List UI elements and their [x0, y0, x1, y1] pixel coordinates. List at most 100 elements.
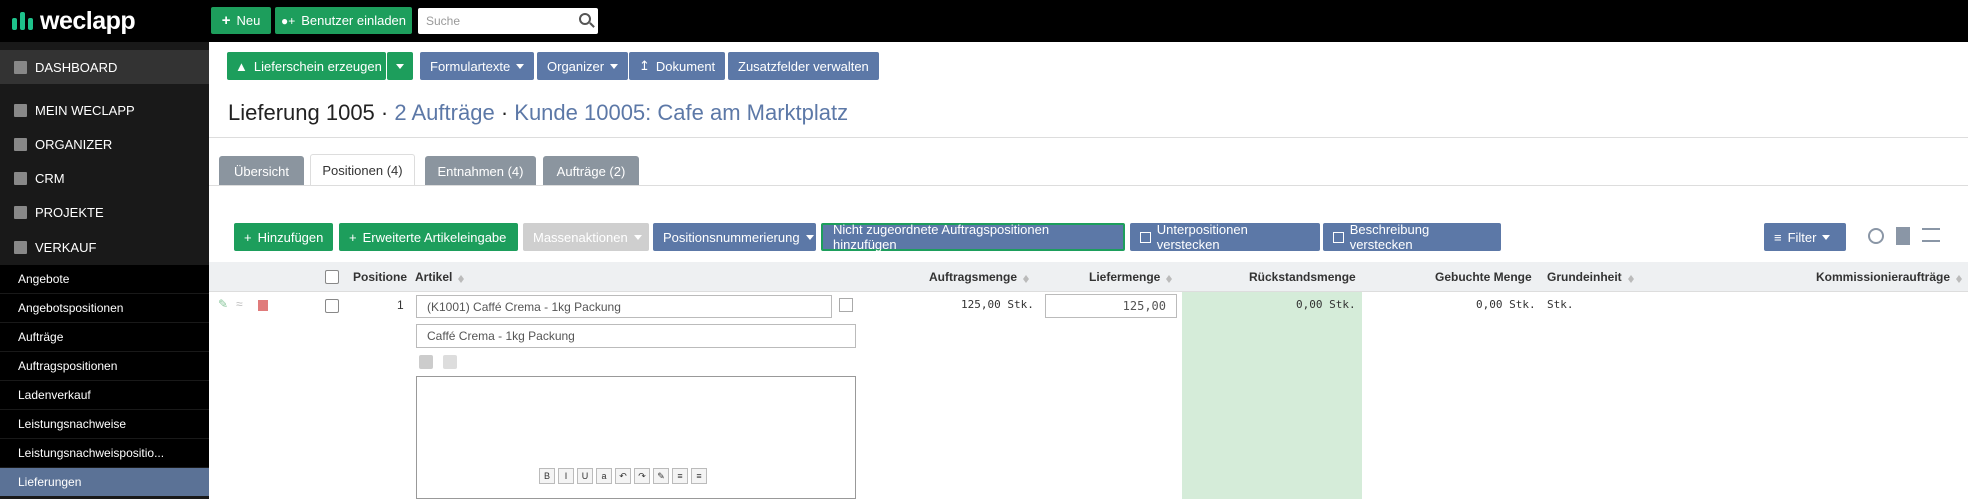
sidebar-item-auftraege[interactable]: Aufträge: [0, 323, 209, 351]
sidebar-item-ladenverkauf[interactable]: Ladenverkauf: [0, 381, 209, 409]
new-button[interactable]: + Neu: [211, 7, 271, 34]
user-plus-icon: ●+: [280, 13, 296, 28]
sidebar-item-angebote[interactable]: Angebote: [0, 265, 209, 293]
bold-icon[interactable]: B: [539, 468, 555, 484]
plus-icon: +: [349, 229, 357, 245]
base-unit-value: Stk.: [1547, 298, 1574, 311]
grid-icon: [14, 60, 27, 74]
chevron-down-icon: [633, 234, 642, 240]
page-title: Lieferung 1005 · 2 Aufträge · Kunde 1000…: [228, 100, 849, 125]
create-delivery-dropdown[interactable]: [387, 52, 413, 80]
order-qty-value: 125,00 Stk.: [961, 298, 1034, 311]
add-position-button[interactable]: + Hinzufügen: [234, 223, 333, 251]
filter-icon: ≡: [1774, 229, 1782, 245]
checkbox-icon: [1333, 231, 1344, 243]
mass-actions-button[interactable]: Massenaktionen: [523, 223, 649, 251]
copy-icon[interactable]: [443, 355, 457, 369]
chevron-down-icon: [1822, 234, 1831, 240]
editor-toolbar: B I U a ↶ ↷ ✎ ≡ ≡: [539, 468, 707, 488]
tab-entnahmen[interactable]: Entnahmen (4): [425, 156, 536, 186]
undo-icon[interactable]: ↶: [615, 468, 631, 484]
italic-icon[interactable]: I: [558, 468, 574, 484]
col-base-unit[interactable]: Grundeinheit: [1547, 270, 1634, 284]
col-backorder-qty[interactable]: Rückstandsmenge: [1249, 270, 1356, 284]
tab-positionen[interactable]: Positionen (4): [310, 154, 415, 186]
search-icon[interactable]: [579, 13, 591, 25]
table-header: Positione Artikel Auftragsmenge Lieferme…: [209, 262, 1968, 292]
sidebar-item-crm[interactable]: CRM: [0, 161, 209, 195]
sidebar-item-auftragspositionen[interactable]: Auftragspositionen: [0, 352, 209, 380]
filter-button[interactable]: ≡ Filter: [1764, 223, 1846, 251]
edit-icon[interactable]: ✎: [218, 297, 229, 311]
briefcase-icon: [14, 205, 27, 219]
sort-icon: [1166, 273, 1173, 283]
bullet-list-icon[interactable]: ≡: [672, 468, 688, 484]
backorder-qty-value: 0,00 Stk.: [1296, 298, 1356, 311]
plus-icon: +: [244, 229, 252, 245]
row-checkbox[interactable]: [325, 299, 339, 313]
divider: [209, 137, 1968, 138]
logo-icon: [12, 10, 34, 32]
sidebar-item-dashboard[interactable]: DASHBOARD: [0, 50, 209, 84]
lock-icon[interactable]: [419, 355, 433, 369]
redo-icon[interactable]: ↷: [634, 468, 650, 484]
sidebar: DASHBOARD MEIN WECLAPP ORGANIZER CRM PRO…: [0, 42, 209, 499]
excel-export-icon[interactable]: [1896, 227, 1910, 245]
sidebar-item-verkauf[interactable]: VERKAUF: [0, 230, 209, 264]
hide-subpositions-button[interactable]: Unterpositionen verstecken: [1130, 222, 1320, 252]
underline-icon[interactable]: U: [577, 468, 593, 484]
create-delivery-note-button[interactable]: ▲ Lieferschein erzeugen: [227, 52, 386, 80]
tab-uebersicht[interactable]: Übersicht: [219, 156, 304, 186]
chevron-down-icon: [805, 234, 814, 240]
sort-icon: [1627, 273, 1634, 283]
col-delivery-qty[interactable]: Liefermenge: [1089, 270, 1173, 284]
tab-auftraege[interactable]: Aufträge (2): [543, 156, 639, 186]
top-bar: weclapp + Neu ●+ Benutzer einladen Suche: [0, 0, 1968, 42]
orders-link[interactable]: 2 Aufträge: [394, 100, 494, 125]
customer-link[interactable]: Kunde 10005: Cafe am Marktplatz: [514, 100, 848, 125]
manage-extra-fields-button[interactable]: Zusatzfelder verwalten: [728, 52, 879, 80]
open-article-icon[interactable]: [839, 298, 853, 312]
sidebar-item-mein-weclapp[interactable]: MEIN WECLAPP: [0, 93, 209, 127]
weclapp-logo[interactable]: weclapp: [12, 6, 136, 36]
strikethrough-icon[interactable]: a: [596, 468, 612, 484]
thumbs-up-icon: ▲: [235, 58, 248, 74]
home-icon: [14, 103, 27, 117]
description-editor[interactable]: B I U a ↶ ↷ ✎ ≡ ≡: [416, 376, 856, 499]
document-button[interactable]: ↥ Dokument: [629, 52, 726, 80]
sidebar-item-lieferungen[interactable]: Lieferungen: [0, 468, 209, 496]
chart-icon[interactable]: ≈: [236, 297, 247, 311]
col-booked-qty[interactable]: Gebuchte Menge: [1435, 270, 1532, 284]
position-numbering-button[interactable]: Positionsnummerierung: [653, 223, 816, 251]
organizer-button[interactable]: Organizer: [537, 52, 629, 80]
search-icon[interactable]: [1868, 228, 1884, 244]
chevron-down-icon: [396, 63, 404, 69]
hide-description-button[interactable]: Beschreibung verstecken: [1323, 222, 1501, 252]
select-all-checkbox[interactable]: [325, 270, 339, 284]
eraser-icon[interactable]: ✎: [653, 468, 669, 484]
numbered-list-icon[interactable]: ≡: [691, 468, 707, 484]
delete-icon[interactable]: [258, 300, 268, 311]
extended-article-entry-button[interactable]: + Erweiterte Artikeleingabe: [339, 223, 518, 251]
delivery-qty-input[interactable]: 125,00: [1045, 294, 1177, 318]
sidebar-item-angebotspositionen[interactable]: Angebotspositionen: [0, 294, 209, 322]
sidebar-item-organizer[interactable]: ORGANIZER: [0, 127, 209, 161]
add-unassigned-order-positions-button[interactable]: Nicht zugeordnete Auftragspositionen hin…: [821, 222, 1125, 252]
search-input[interactable]: Suche: [418, 8, 598, 34]
envelope-icon: [14, 137, 27, 151]
col-order-qty[interactable]: Auftragsmenge: [929, 270, 1030, 284]
article-field[interactable]: (K1001) Caffé Crema - 1kg Packung: [416, 295, 832, 318]
article-name-field[interactable]: Caffé Crema - 1kg Packung: [416, 324, 856, 348]
sort-icon: [1023, 273, 1030, 283]
col-position[interactable]: Positione: [353, 270, 407, 284]
col-article[interactable]: Artikel: [415, 270, 465, 284]
invite-user-button[interactable]: ●+ Benutzer einladen: [275, 7, 412, 34]
position-number: 1: [397, 298, 404, 312]
sidebar-item-projekte[interactable]: PROJEKTE: [0, 195, 209, 229]
form-texts-button[interactable]: Formulartexte: [420, 52, 535, 80]
sidebar-item-leistungsnachweispositionen[interactable]: Leistungsnachweispositio...: [0, 439, 209, 467]
booked-qty-value: 0,00 Stk.: [1476, 298, 1536, 311]
sidebar-item-leistungsnachweise[interactable]: Leistungsnachweise: [0, 410, 209, 438]
col-picking-orders[interactable]: Kommissionieraufträge: [1816, 270, 1963, 284]
column-settings-icon[interactable]: [1922, 228, 1940, 242]
